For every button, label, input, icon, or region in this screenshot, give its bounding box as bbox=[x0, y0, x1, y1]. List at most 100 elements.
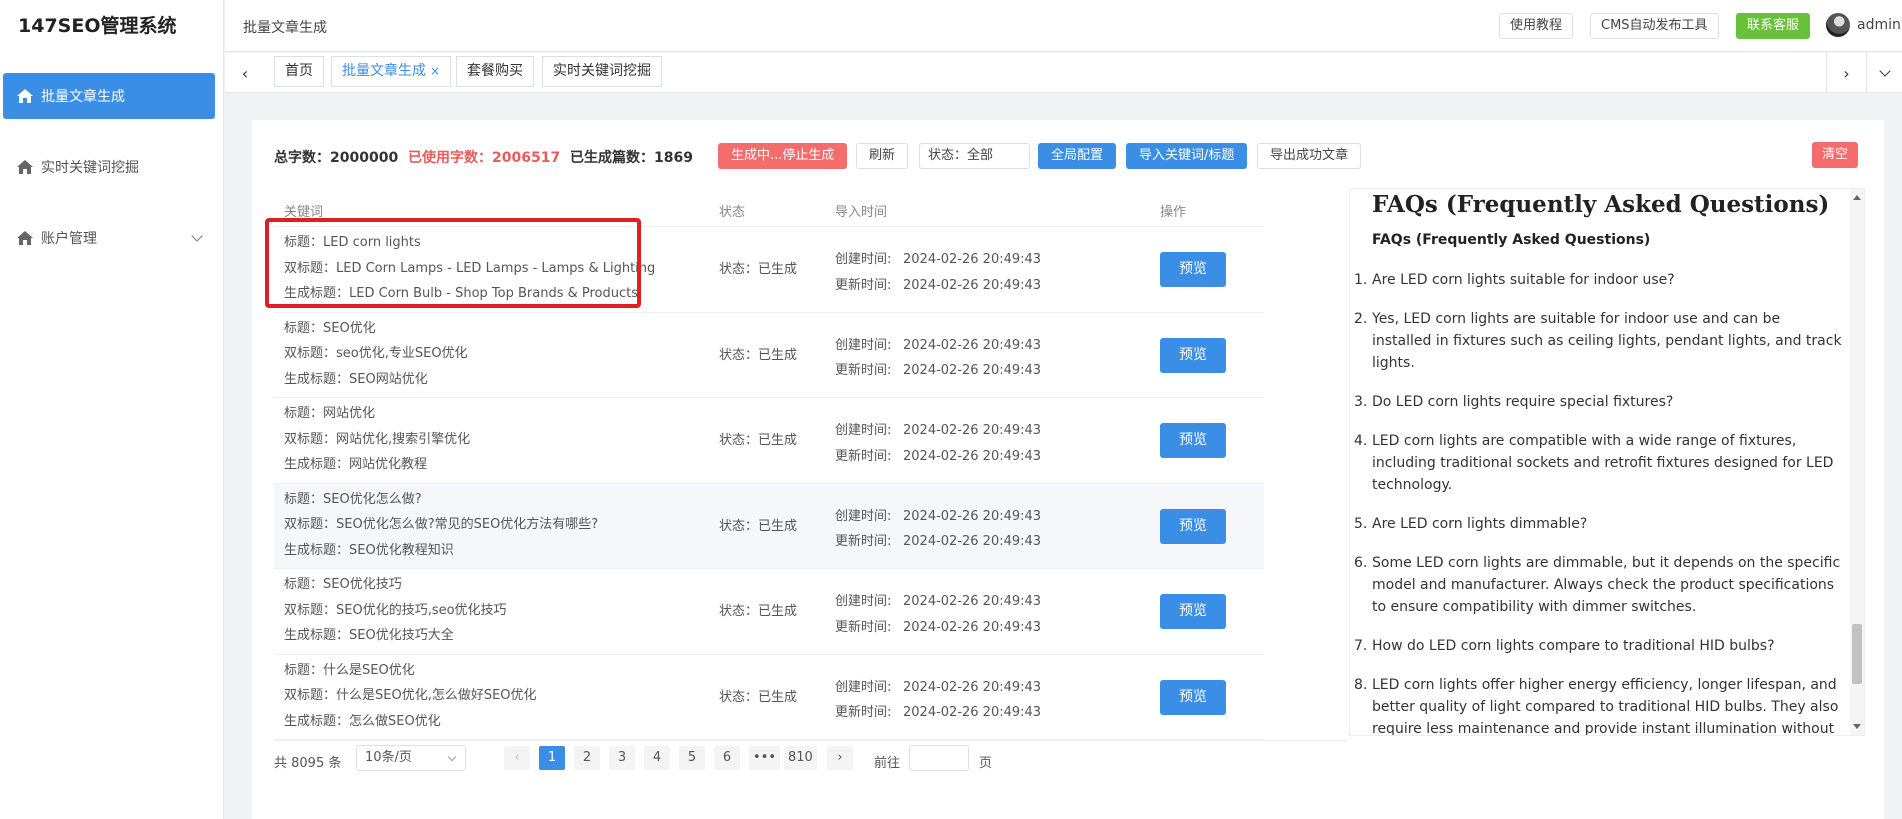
page-size-select[interactable]: 10条/页 bbox=[356, 745, 466, 771]
keyword-cell: 标题：网站优化 双标题：网站优化,搜索引擎优化 生成标题：网站优化教程 bbox=[284, 401, 470, 478]
tabs-menu-button[interactable] bbox=[1866, 53, 1902, 93]
item-text: LED corn lights are compatible with a wi… bbox=[1372, 433, 1834, 493]
article-preview-panel[interactable]: FAQs (Frequently Asked Questions) FAQs (… bbox=[1349, 188, 1865, 736]
chevron-left-icon: ‹ bbox=[514, 750, 520, 765]
status-cell: 状态：已生成 bbox=[719, 262, 798, 277]
row-title: 标题：什么是SEO优化 bbox=[284, 662, 415, 678]
import-keywords-button[interactable]: 导入关键词/标题 bbox=[1126, 143, 1248, 169]
item-text: Yes, LED corn lights are suitable for in… bbox=[1372, 311, 1842, 371]
preview-button[interactable]: 预览 bbox=[1160, 252, 1226, 287]
item-number: 6. bbox=[1354, 555, 1368, 571]
next-page-button[interactable]: › bbox=[827, 746, 853, 770]
avatar[interactable] bbox=[1826, 13, 1850, 37]
username[interactable]: admin bbox=[1857, 17, 1901, 33]
row-generated-title: 生成标题：SEO优化教程知识 bbox=[284, 542, 454, 558]
list-item: 1. Are LED corn lights suitable for indoo… bbox=[1354, 269, 1842, 291]
chevron-left-icon: ‹ bbox=[241, 63, 249, 83]
item-text: Are LED corn lights suitable for indoor … bbox=[1372, 272, 1675, 288]
status-cell: 状态：已生成 bbox=[719, 604, 798, 619]
row-double-title: 双标题：网站优化,搜索引擎优化 bbox=[284, 431, 471, 447]
item-number: 8. bbox=[1354, 677, 1368, 693]
page-button[interactable]: 6 bbox=[714, 746, 740, 770]
breadcrumb: 批量文章生成 bbox=[243, 20, 327, 36]
list-item: 3. Do LED corn lights require special fix… bbox=[1354, 391, 1842, 413]
page-button[interactable]: 1 bbox=[539, 746, 565, 770]
column-header: 状态 bbox=[719, 205, 746, 220]
created-label: 创建时间: bbox=[835, 679, 892, 695]
created-time: 2024-02-26 20:49:43 bbox=[903, 252, 1042, 267]
preview-subheading: FAQs (Frequently Asked Questions) bbox=[1372, 232, 1651, 248]
sidebar-item-account[interactable]: 账户管理 bbox=[3, 215, 215, 261]
scroll-down-icon[interactable] bbox=[1853, 724, 1861, 729]
stop-generation-button[interactable]: 生成中...停止生成 bbox=[718, 143, 848, 169]
table-row: 标题：什么是SEO优化 双标题：什么是SEO优化,怎么做好SEO优化 生成标题：… bbox=[274, 655, 1264, 740]
page-button[interactable]: 3 bbox=[609, 746, 635, 770]
page-size-value: 10条/页 bbox=[365, 750, 412, 765]
item-text: Some LED corn lights are dimmable, but i… bbox=[1372, 555, 1841, 615]
updated-label: 更新时间: bbox=[835, 363, 892, 378]
home-icon bbox=[17, 89, 33, 103]
chevron-right-icon: › bbox=[837, 750, 843, 765]
scrollbar-thumb[interactable] bbox=[1852, 624, 1862, 684]
contact-support-button[interactable]: 联系客服 bbox=[1736, 13, 1811, 39]
pagination: 共 8095 条 10条/页 ‹ 1 2 3 4 5 6 ••• 810 › 前… bbox=[274, 745, 1174, 775]
list-item: 7. How do LED corn lights compare to trad… bbox=[1354, 635, 1842, 657]
status-cell: 状态：已生成 bbox=[719, 347, 798, 363]
tabs-scroll-right-button[interactable]: › bbox=[1826, 53, 1866, 93]
sidebar-item-keyword-mining[interactable]: 实时关键词挖掘 bbox=[3, 144, 215, 190]
created-label: 创建时间: bbox=[835, 594, 892, 609]
status-filter-select[interactable]: 状态：全部 bbox=[919, 143, 1030, 169]
preview-scrollbar[interactable] bbox=[1850, 189, 1864, 735]
chevron-down-icon bbox=[447, 752, 457, 762]
list-item: 2. Yes, LED corn lights are suitable for … bbox=[1354, 308, 1842, 374]
tutorial-button[interactable]: 使用教程 bbox=[1499, 13, 1574, 39]
created-label: 创建时间: bbox=[835, 508, 892, 524]
page-button[interactable]: 2 bbox=[574, 746, 600, 770]
created-time: 2024-02-26 20:49:43 bbox=[903, 423, 1042, 438]
row-generated-title: 生成标题：网站优化教程 bbox=[284, 457, 428, 472]
preview-button[interactable]: 预览 bbox=[1160, 337, 1226, 373]
updated-time: 2024-02-26 20:49:43 bbox=[903, 448, 1042, 464]
tab-batch-articles[interactable]: 批量文章生成 × bbox=[331, 56, 452, 87]
tab-package-purchase[interactable]: 套餐购买 bbox=[456, 56, 534, 87]
sidebar-item-label: 实时关键词挖掘 bbox=[41, 160, 139, 176]
updated-time: 2024-02-26 20:49:43 bbox=[903, 363, 1042, 378]
keyword-cell: 标题：SEO优化 双标题：seo优化,专业SEO优化 生成标题：SEO网站优化 bbox=[284, 316, 468, 393]
tab-label: 实时关键词挖掘 bbox=[553, 63, 651, 79]
tab-keyword-mining[interactable]: 实时关键词挖掘 bbox=[542, 56, 662, 87]
preview-button[interactable]: 预览 bbox=[1160, 679, 1226, 715]
preview-button[interactable]: 预览 bbox=[1160, 508, 1226, 544]
page-button[interactable]: 5 bbox=[679, 746, 705, 770]
tabs-scroll-left-button[interactable]: ‹ bbox=[225, 53, 265, 93]
page-button[interactable]: 810 bbox=[784, 746, 817, 770]
tab-label: 套餐购买 bbox=[467, 63, 523, 79]
total-words: 总字数：2000000 bbox=[274, 150, 399, 166]
more-pages-button[interactable]: ••• bbox=[749, 746, 781, 770]
updated-time: 2024-02-26 20:49:43 bbox=[903, 705, 1042, 720]
tab-label: 首页 bbox=[285, 63, 313, 79]
preview-button[interactable]: 预览 bbox=[1160, 423, 1226, 458]
item-number: 7. bbox=[1354, 638, 1368, 654]
scroll-up-icon[interactable] bbox=[1853, 195, 1861, 200]
item-number: 1. bbox=[1354, 272, 1368, 288]
close-icon[interactable]: × bbox=[430, 64, 440, 78]
clear-button[interactable]: 清空 bbox=[1812, 142, 1859, 168]
time-cell: 创建时间: 2024-02-26 20:49:43 更新时间: 2024-02-26… bbox=[835, 247, 1041, 298]
table-row: 标题：SEO优化怎么做? 双标题：SEO优化怎么做?常见的SEO优化方法有哪些?… bbox=[274, 483, 1264, 569]
goto-page-input[interactable] bbox=[909, 745, 969, 771]
page-button[interactable]: 4 bbox=[644, 746, 670, 770]
global-config-button[interactable]: 全局配置 bbox=[1038, 143, 1117, 169]
sidebar-item-batch-articles[interactable]: 批量文章生成 bbox=[3, 73, 215, 119]
tab-home[interactable]: 首页 bbox=[274, 56, 324, 87]
item-number: 2. bbox=[1354, 311, 1368, 327]
refresh-button[interactable]: 刷新 bbox=[856, 143, 909, 169]
app-logo: 147SEO管理系统 bbox=[18, 15, 177, 37]
preview-button[interactable]: 预览 bbox=[1160, 594, 1226, 629]
table-row: 标题：网站优化 双标题：网站优化,搜索引擎优化 生成标题：网站优化教程 状态：已… bbox=[274, 398, 1264, 484]
prev-page-button[interactable]: ‹ bbox=[504, 746, 530, 770]
item-number: 5. bbox=[1354, 516, 1368, 532]
item-text: LED corn lights offer higher energy effi… bbox=[1372, 677, 1839, 736]
export-articles-button[interactable]: 导出成功文章 bbox=[1257, 143, 1362, 169]
cms-tool-button[interactable]: CMS自动发布工具 bbox=[1590, 13, 1719, 39]
created-time: 2024-02-26 20:49:43 bbox=[903, 508, 1042, 524]
